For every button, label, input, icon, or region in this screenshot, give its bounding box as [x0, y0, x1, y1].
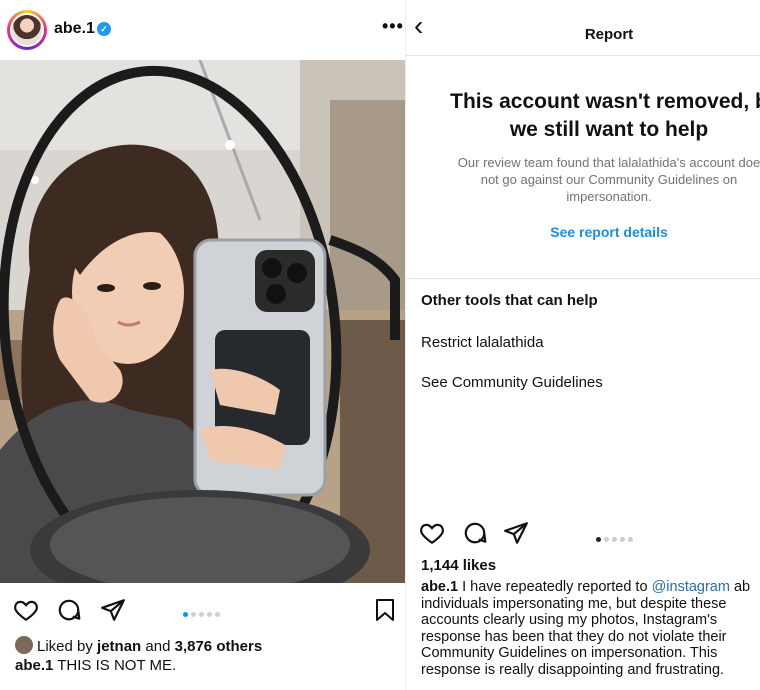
carousel-dot [199, 612, 204, 617]
liked-by-and: and [145, 638, 171, 655]
liked-by-prefix: Liked by [37, 638, 93, 655]
community-guidelines-option[interactable]: See Community Guidelines [421, 374, 603, 391]
carousel-dot [183, 612, 188, 617]
caption-line: abe.1 I have repeatedly reported to @ins… [421, 579, 760, 596]
instagram-mention-link[interactable]: @instagram [652, 579, 730, 595]
comment-icon[interactable] [56, 597, 82, 623]
report-body: Our review team found that lalalathida's… [406, 154, 760, 205]
more-icon[interactable]: ••• [382, 16, 404, 37]
carousel-dot [604, 537, 609, 542]
post-header: abe.1 ✓ ••• [0, 0, 405, 60]
caption-line: accounts clearly using my photos, Instag… [421, 612, 718, 629]
caption-text: I have repeatedly reported to [462, 579, 648, 595]
post-photo[interactable] [0, 60, 405, 583]
carousel-dot [628, 537, 633, 542]
post-actions [0, 583, 405, 633]
see-report-details-link[interactable]: See report details [406, 224, 760, 240]
liked-by-user[interactable]: jetnan [97, 638, 141, 655]
caption-line: Community Guidelines on impersonation. T… [421, 645, 718, 662]
carousel-dot [215, 612, 220, 617]
share-icon[interactable] [503, 520, 529, 546]
liked-by-count[interactable]: 3,876 others [175, 638, 263, 655]
report-title: Report [584, 26, 634, 43]
report-header: ‹ Report [406, 0, 760, 56]
post-actions [406, 517, 760, 549]
restrict-account-option[interactable]: Restrict lalalathida [421, 334, 544, 351]
comment-icon[interactable] [462, 520, 488, 546]
caption-line: response has been that they do not viola… [421, 628, 727, 645]
report-body-line: not go against our Community Guidelines … [480, 172, 738, 187]
caption-line: individuals impersonating me, but despit… [421, 595, 727, 612]
report-heading-line: This account wasn't removed, b [450, 90, 760, 113]
avatar-image [10, 13, 44, 47]
likes-count[interactable]: 1,144 likes [421, 557, 496, 574]
liker-avatar[interactable] [15, 636, 33, 654]
carousel-indicator [183, 604, 223, 622]
left-post-panel: abe.1 ✓ ••• Liked by jetnan and 3,876 ot… [0, 0, 405, 690]
heart-icon[interactable] [13, 597, 39, 623]
caption-username[interactable]: abe.1 [421, 579, 458, 595]
carousel-dot [620, 537, 625, 542]
profile-avatar[interactable] [7, 10, 47, 50]
liked-by-line: Liked by jetnan and 3,876 others [15, 636, 262, 655]
verified-icon: ✓ [97, 22, 111, 36]
post-username[interactable]: abe.1 [54, 20, 95, 38]
report-panel: ‹ Report This account wasn't removed, b … [405, 0, 760, 690]
heart-icon[interactable] [419, 520, 445, 546]
report-heading: This account wasn't removed, b we still … [406, 88, 760, 144]
carousel-dot [207, 612, 212, 617]
caption-text: THIS IS NOT ME. [57, 657, 177, 674]
carousel-dot [596, 537, 601, 542]
post-caption: abe.1 THIS IS NOT ME. [15, 657, 176, 674]
carousel-indicator [596, 529, 636, 547]
selfie-photo-illustration [0, 60, 405, 583]
report-body-line: impersonation. [566, 189, 652, 204]
carousel-dot [612, 537, 617, 542]
caption-text: ab [733, 579, 751, 595]
caption-username[interactable]: abe.1 [15, 657, 53, 674]
bookmark-icon[interactable] [374, 597, 396, 623]
tools-title: Other tools that can help [421, 292, 598, 309]
share-icon[interactable] [100, 597, 126, 623]
post-caption: abe.1 I have repeatedly reported to @ins… [421, 579, 760, 679]
carousel-dot [191, 612, 196, 617]
divider [406, 278, 760, 279]
report-body-line: Our review team found that lalalathida's… [457, 155, 760, 170]
report-heading-line: we still want to help [509, 118, 709, 141]
caption-line: response is really disappointing and fru… [421, 661, 725, 678]
